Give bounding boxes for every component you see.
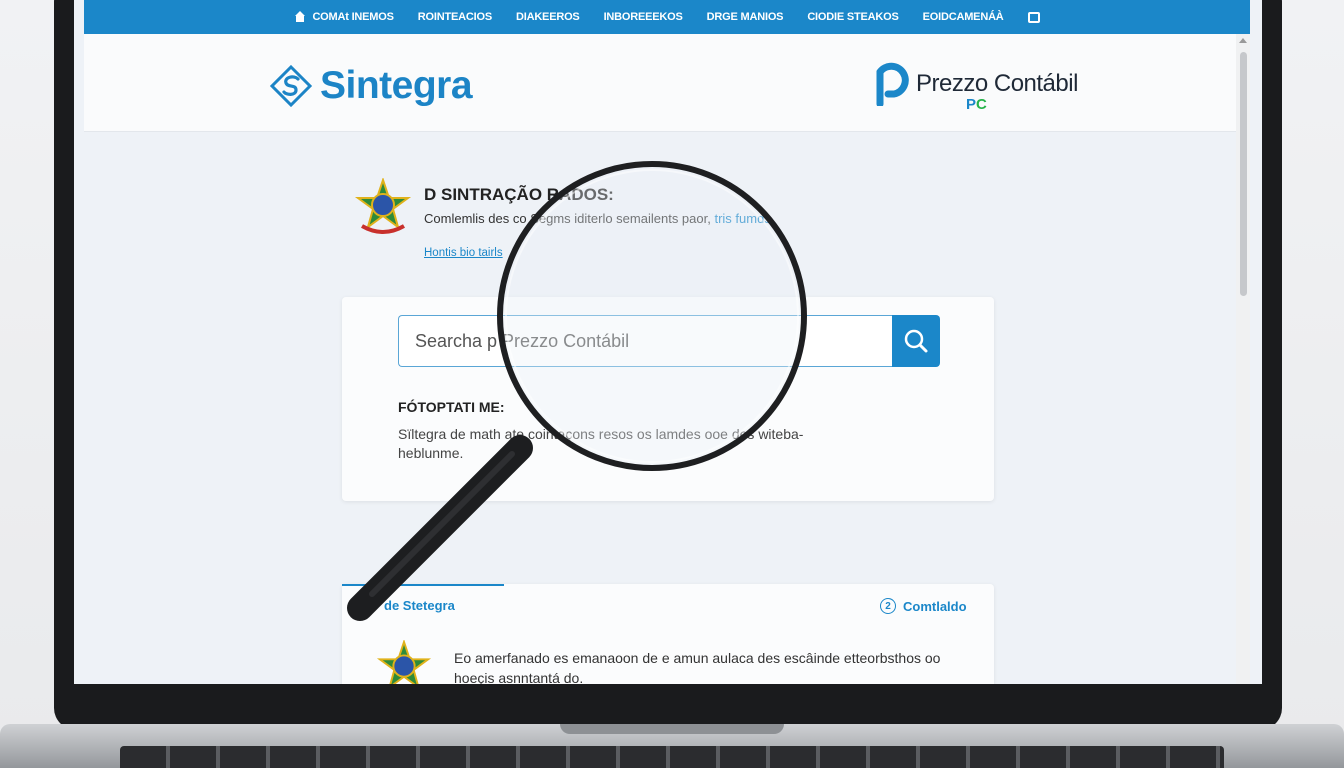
search-card: FÓTOPTATI ME: Sïltegra de math ate coint… (342, 297, 994, 501)
intro-desc-suffix: tris fumds (710, 211, 771, 226)
nav-item-label: CIODIE STEAKOS (807, 11, 899, 23)
scroll-up-arrow-icon[interactable] (1239, 38, 1247, 43)
nav-item-label: INBOREEEKOS (603, 11, 683, 23)
nav-item-2[interactable]: ROINTEACIOS (418, 11, 492, 23)
nav-item-label: EOIDCAMENÁÀ (922, 11, 1004, 23)
partner-mark: PC (966, 96, 987, 113)
browser-screen: COMAt INEMOS ROINTEACIOS DIAKEEROS INBOR… (74, 0, 1262, 684)
brand[interactable]: Sintegra (270, 64, 473, 108)
brand-name: Sintegra (320, 64, 473, 107)
nav-item-label: DIAKEEROS (515, 11, 580, 23)
intro-desc-mid: Segms iditerlo semailents paor, (526, 211, 711, 226)
search-input[interactable] (398, 315, 892, 367)
sintegra-logo-icon (270, 65, 312, 107)
intro-title: D SINTRAÇÃO RADOS: (424, 185, 614, 204)
nav-item-label: DRGE MANIOS (706, 11, 784, 23)
site-header: Sintegra Prezzo Contábil PC (84, 34, 1236, 132)
laptop-hinge (560, 724, 784, 734)
active-tab-indicator (342, 584, 504, 586)
nav-item-7[interactable]: EOIDCAMENÁÀ (923, 11, 1004, 23)
partner-name: Prezzo Contábil (916, 70, 1078, 97)
home-icon (294, 11, 306, 23)
search-icon (904, 329, 928, 353)
nav-item-4[interactable]: INBOREEEKOS (604, 11, 683, 23)
tab-number-badge: 2 (880, 598, 896, 614)
coat-of-arms-icon (354, 178, 412, 234)
tab-contabil[interactable]: 2 Comtlaldo (880, 598, 967, 614)
nav-item-6[interactable]: CIODIE STEAKOS (807, 11, 899, 23)
cart-icon (1027, 11, 1040, 23)
tab-contabil-label: Comtlaldo (903, 598, 967, 614)
intro-desc-prefix: Comlemlis des co (424, 211, 527, 226)
card-heading: FÓTOPTATI ME: (398, 399, 505, 415)
partner-mark-c: C (976, 96, 987, 113)
intro-description: Comlemlis des co Segms iditerlo semailen… (424, 211, 771, 226)
nav-item-cart[interactable] (1027, 11, 1040, 23)
card-text: Sïltegra de math ate cointaçons resos os… (398, 426, 804, 461)
search-button[interactable] (892, 315, 940, 367)
nav-item-label: ROINTEACIOS (417, 11, 492, 23)
nav-item-3[interactable]: DIAKEEROS (516, 11, 580, 23)
keyboard (120, 746, 1224, 768)
nav-item-5[interactable]: DRGE MANIOS (707, 11, 784, 23)
scroll-thumb[interactable] (1240, 52, 1247, 296)
nav-item-label: COMAt INEMOS (312, 11, 394, 23)
partner-mark-p: P (966, 96, 977, 113)
nav-item-home[interactable]: COMAt INEMOS (294, 11, 394, 23)
prezzo-logo-icon (876, 62, 909, 106)
tab-card: de Stetegra 2 Comtlaldo Eo amerfanado es… (342, 584, 994, 684)
tab-sintegra[interactable]: de Stetegra (384, 598, 455, 613)
coat-of-arms-icon (376, 640, 432, 684)
scrollbar[interactable] (1236, 34, 1250, 684)
tab-body-text: Eo amerfanado es emanaoon de e amun aula… (454, 650, 941, 684)
intro-link[interactable]: Hontis bio tairls (424, 247, 503, 259)
top-navigation: COMAt INEMOS ROINTEACIOS DIAKEEROS INBOR… (84, 0, 1250, 34)
